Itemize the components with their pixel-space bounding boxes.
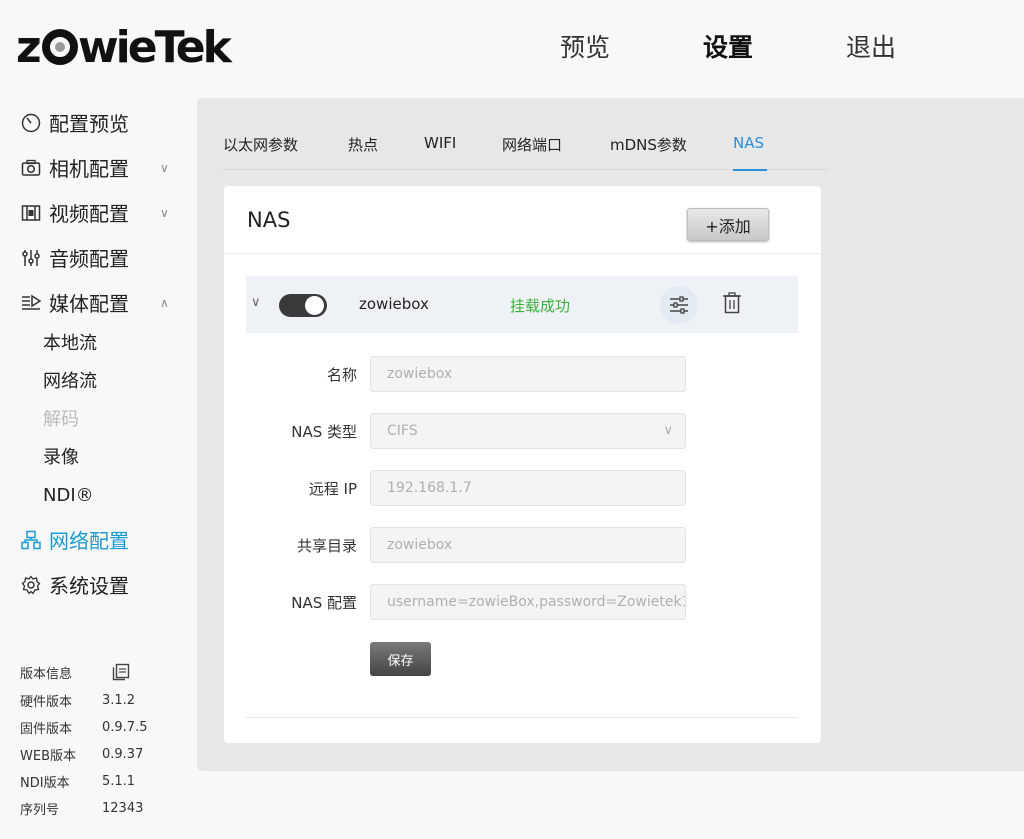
sidebar-item-label: 音频配置 — [49, 247, 129, 271]
sidebar-subitem-network-stream[interactable]: 网络流 — [0, 363, 195, 401]
nas-entry-name: zowiebox — [359, 295, 429, 313]
version-label: 固件版本 — [20, 722, 73, 737]
sidebar-item-config-preview[interactable]: 配置预览 — [0, 100, 195, 145]
version-info: 版本信息 硬件版本 3.1.2 固件版本 0.9.7.5 WEB版本 0.9.37 N… — [20, 660, 190, 822]
main-panel: 以太网参数 热点 WIFI 网络端口 mDNS参数 NAS NAS +添加 ∨ … — [197, 98, 1024, 771]
version-value: 0.9.37 — [102, 747, 144, 762]
remote-ip-label: 远程 IP — [308, 480, 357, 498]
version-row-serial: 序列号 12343 — [20, 795, 190, 822]
nas-card: NAS +添加 ∨ zowiebox 挂载成功 名称 zowiebox NAS … — [224, 186, 821, 743]
sidebar-item-label: 视频配置 — [49, 202, 129, 226]
sidebar-item-label: 媒体配置 — [49, 292, 129, 316]
version-heading: 版本信息 — [20, 666, 73, 682]
version-value: 12343 — [102, 801, 144, 816]
version-row-web: WEB版本 0.9.37 — [20, 741, 190, 768]
media-icon — [20, 292, 42, 314]
form-row-name: 名称 zowiebox — [224, 356, 821, 392]
sidebar-item-media[interactable]: 媒体配置 ∧ — [0, 280, 195, 325]
sidebar-item-system[interactable]: 系统设置 — [0, 562, 195, 607]
svg-text:wieTek: wieTek — [78, 22, 234, 73]
version-row-ndi: NDI版本 5.1.1 — [20, 768, 190, 795]
nas-settings-button[interactable] — [660, 286, 698, 324]
form-row-config: NAS 配置 username=zowieBox,password=Zowiet… — [224, 584, 821, 620]
toggle-knob — [305, 296, 324, 315]
sliders-icon — [20, 247, 42, 269]
nas-enable-toggle[interactable] — [279, 294, 327, 317]
tab-hotspot[interactable]: 热点 — [348, 134, 424, 170]
share-dir-input[interactable]: zowiebox — [370, 527, 686, 563]
sidebar-item-video[interactable]: 视频配置 ∨ — [0, 190, 195, 235]
sidebar-subitem-local-stream[interactable]: 本地流 — [0, 325, 195, 363]
camera-icon — [20, 157, 42, 179]
version-value: 0.9.7.5 — [102, 720, 148, 735]
version-label: WEB版本 — [20, 749, 76, 764]
nav-preview[interactable]: 预览 — [560, 28, 703, 64]
sidebar-item-label: 系统设置 — [49, 574, 129, 598]
sidebar-subitem-decode: 解码 — [43, 409, 79, 430]
name-input[interactable]: zowiebox — [370, 356, 686, 392]
delete-icon[interactable] — [722, 292, 744, 316]
copy-icon[interactable] — [112, 663, 130, 681]
nas-entry-row[interactable]: ∨ zowiebox 挂载成功 — [246, 276, 798, 333]
name-label: 名称 — [326, 366, 357, 384]
sidebar-subitem-ndi[interactable]: NDI® — [0, 477, 195, 515]
nas-type-select[interactable]: CIFS ∨ — [370, 413, 686, 449]
chevron-up-icon: ∧ — [160, 295, 169, 310]
tab-network-ports[interactable]: 网络端口 — [502, 134, 610, 170]
gauge-icon — [20, 112, 42, 134]
chevron-down-icon: ∨ — [160, 205, 169, 220]
nas-config-input[interactable]: username=zowieBox,password=Zowietek1' — [370, 584, 686, 620]
version-row-firmware: 固件版本 0.9.7.5 — [20, 714, 190, 741]
form-row-share: 共享目录 zowiebox — [224, 527, 821, 563]
nav-settings[interactable]: 设置 — [703, 28, 846, 64]
sidebar: 配置预览 相机配置 ∨ 视频配置 ∨ 音频配置 媒体配置 ∧ 本地流 网络流 解… — [0, 100, 195, 607]
sidebar-subitem-record[interactable]: 录像 — [0, 439, 195, 477]
chevron-down-icon: ∨ — [160, 160, 169, 175]
sidebar-item-label: 相机配置 — [49, 157, 129, 181]
nas-type-value: CIFS — [387, 423, 418, 439]
tab-wifi[interactable]: WIFI — [424, 134, 502, 170]
nas-mount-status: 挂载成功 — [510, 297, 571, 315]
chevron-down-icon[interactable]: ∨ — [251, 295, 261, 310]
sidebar-item-label: 配置预览 — [49, 112, 129, 136]
svg-text:z: z — [16, 22, 40, 73]
zowietek-logo: z wieTek — [16, 18, 252, 74]
logo-graphic: z wieTek — [16, 22, 237, 73]
gear-icon — [20, 574, 42, 596]
nas-config-label: NAS 配置 — [291, 594, 357, 612]
version-label: 硬件版本 — [20, 695, 73, 710]
version-value: 3.1.2 — [102, 693, 136, 708]
tab-nas[interactable]: NAS — [733, 134, 767, 171]
version-value: 5.1.1 — [102, 774, 136, 789]
film-icon — [20, 202, 42, 224]
card-title: NAS — [247, 208, 291, 232]
save-button[interactable]: 保存 — [370, 642, 431, 676]
nav-logout[interactable]: 退出 — [846, 28, 989, 64]
top-navigation: 预览 设置 退出 — [560, 28, 989, 64]
form-row-ip: 远程 IP 192.168.1.7 — [224, 470, 821, 506]
version-label: 序列号 — [20, 803, 60, 818]
sidebar-item-network[interactable]: 网络配置 — [0, 517, 195, 562]
sidebar-item-audio[interactable]: 音频配置 — [0, 235, 195, 280]
chevron-down-icon: ∨ — [663, 423, 673, 438]
form-row-type: NAS 类型 CIFS ∨ — [224, 413, 821, 449]
divider — [224, 253, 821, 254]
add-nas-button[interactable]: +添加 — [687, 208, 769, 241]
network-tabs: 以太网参数 热点 WIFI 网络端口 mDNS参数 NAS — [223, 134, 829, 171]
network-icon — [20, 529, 42, 551]
nas-type-label: NAS 类型 — [291, 423, 357, 441]
sliders-icon — [670, 296, 688, 314]
tab-mdns[interactable]: mDNS参数 — [610, 134, 733, 170]
divider — [246, 717, 798, 718]
version-label: NDI版本 — [20, 776, 70, 791]
remote-ip-input[interactable]: 192.168.1.7 — [370, 470, 686, 506]
version-row-hardware: 硬件版本 3.1.2 — [20, 687, 190, 714]
share-dir-label: 共享目录 — [296, 537, 357, 555]
tab-ethernet[interactable]: 以太网参数 — [223, 134, 348, 170]
sidebar-item-label: 网络配置 — [49, 529, 129, 553]
sidebar-item-camera[interactable]: 相机配置 ∨ — [0, 145, 195, 190]
